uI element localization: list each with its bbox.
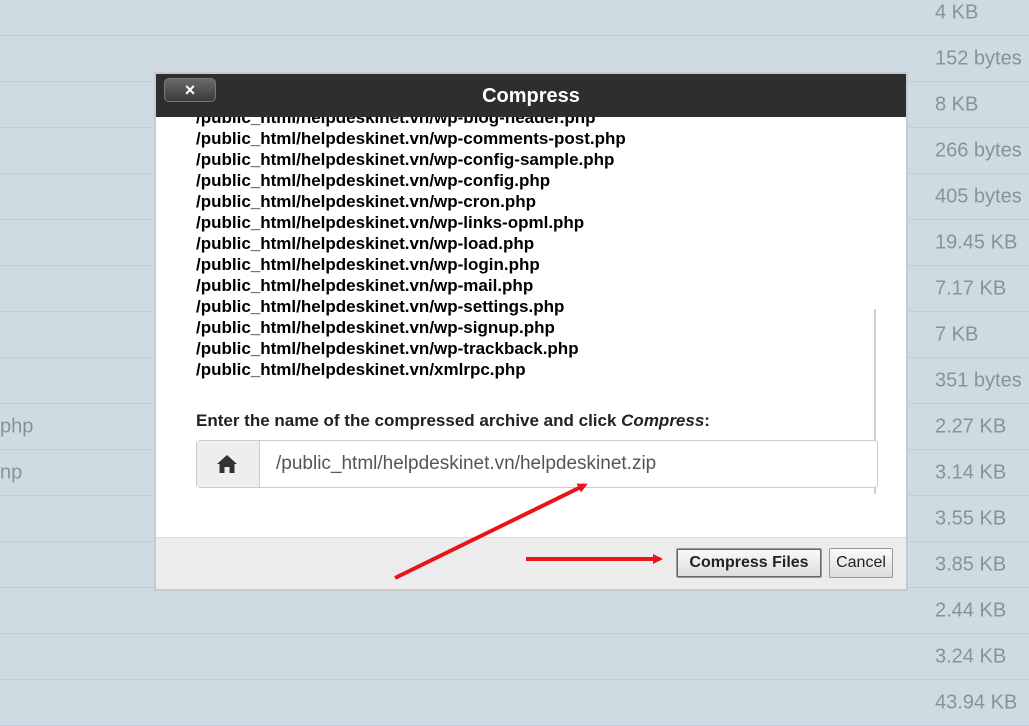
list-item: /public_html/helpdeskinet.vn/wp-comments… bbox=[196, 129, 626, 148]
file-size: 3.85 KB bbox=[935, 553, 1007, 575]
dialog-footer: Compress Files Cancel bbox=[156, 537, 906, 589]
list-item: /public_html/helpdeskinet.vn/wp-blog-hea… bbox=[196, 117, 596, 127]
file-size: 4 KB bbox=[935, 1, 979, 23]
file-size: 351 bytes bbox=[935, 369, 1022, 391]
file-size: 19.45 KB bbox=[935, 231, 1018, 253]
list-item: /public_html/helpdeskinet.vn/wp-config.p… bbox=[196, 171, 551, 190]
archive-path-input[interactable] bbox=[260, 441, 870, 487]
table-row[interactable]: 4 KB bbox=[0, 0, 1029, 36]
file-size: 7.17 KB bbox=[935, 277, 1007, 299]
file-size: 8 KB bbox=[935, 93, 979, 115]
list-item: /public_html/helpdeskinet.vn/wp-login.ph… bbox=[196, 255, 540, 274]
list-item: /public_html/helpdeskinet.vn/wp-mail.php bbox=[196, 276, 534, 295]
file-name: np bbox=[0, 461, 23, 483]
list-item: /public_html/helpdeskinet.vn/wp-settings… bbox=[196, 297, 565, 316]
file-size: 7 KB bbox=[935, 323, 979, 345]
cancel-button[interactable]: Cancel bbox=[829, 548, 893, 578]
table-row[interactable]: 43.94 KB bbox=[0, 680, 1029, 726]
file-name: php bbox=[0, 415, 34, 437]
file-size: 2.27 KB bbox=[935, 415, 1007, 437]
compress-files-button[interactable]: Compress Files bbox=[676, 548, 822, 578]
file-size: 3.55 KB bbox=[935, 507, 1007, 529]
selected-files-list: /public_html/helpdeskinet.vn/wp-blog-hea… bbox=[196, 117, 856, 380]
file-size: 405 bytes bbox=[935, 185, 1022, 207]
list-item: /public_html/helpdeskinet.vn/wp-signup.p… bbox=[196, 318, 555, 337]
list-item: /public_html/helpdeskinet.vn/wp-cron.php bbox=[196, 192, 537, 211]
file-size: 43.94 KB bbox=[935, 691, 1018, 713]
compress-dialog: × Compress /public_html/helpdeskinet.vn/… bbox=[156, 74, 906, 589]
dialog-body: /public_html/helpdeskinet.vn/wp-blog-hea… bbox=[156, 117, 906, 537]
file-size: 152 bytes bbox=[935, 47, 1022, 69]
list-item: /public_html/helpdeskinet.vn/wp-trackbac… bbox=[196, 339, 579, 358]
home-icon bbox=[217, 455, 237, 473]
dialog-titlebar: × Compress bbox=[156, 74, 906, 117]
archive-path-group bbox=[196, 440, 878, 488]
file-size: 2.44 KB bbox=[935, 599, 1007, 621]
table-row[interactable]: 2.44 KB bbox=[0, 588, 1029, 634]
table-row[interactable]: 3.24 KB bbox=[0, 634, 1029, 680]
list-item: /public_html/helpdeskinet.vn/wp-config-s… bbox=[196, 150, 615, 169]
file-size: 266 bytes bbox=[935, 139, 1022, 161]
archive-name-prompt: Enter the name of the compressed archive… bbox=[196, 411, 710, 430]
file-size: 3.24 KB bbox=[935, 645, 1007, 667]
home-addon bbox=[197, 441, 260, 487]
list-item: /public_html/helpdeskinet.vn/xmlrpc.php bbox=[196, 360, 526, 379]
list-item: /public_html/helpdeskinet.vn/wp-load.php bbox=[196, 234, 535, 253]
dialog-title: Compress bbox=[482, 85, 580, 107]
list-item: /public_html/helpdeskinet.vn/wp-links-op… bbox=[196, 213, 585, 232]
file-size: 3.14 KB bbox=[935, 461, 1007, 483]
